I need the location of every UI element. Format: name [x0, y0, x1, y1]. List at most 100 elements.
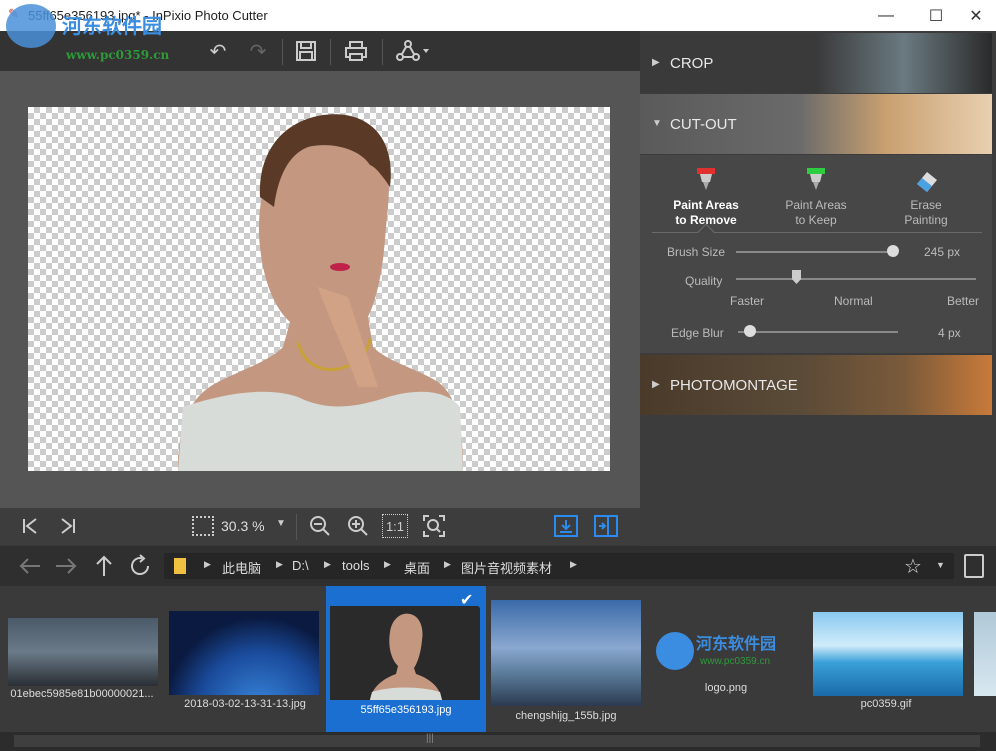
- view-bar: 30.3 % ▼ 1:1: [0, 508, 640, 545]
- forward-button[interactable]: [52, 552, 80, 580]
- watermark-name: 河东软件园: [62, 14, 162, 38]
- skip-back-icon: [23, 518, 37, 534]
- favorites-dropdown-icon[interactable]: ▼: [936, 560, 945, 570]
- compare-view-button[interactable]: [592, 512, 620, 540]
- next-image-button[interactable]: [54, 512, 82, 540]
- transparent-canvas[interactable]: [28, 107, 610, 471]
- undo-button[interactable]: ↶: [202, 35, 234, 67]
- favorite-star-icon[interactable]: ☆: [904, 554, 922, 579]
- panel-toggle-icon[interactable]: [964, 554, 984, 578]
- brush-size-value: 245 px: [924, 245, 961, 259]
- cutout-section-header[interactable]: ▼ CUT-OUT: [640, 94, 992, 154]
- thumbnail-item[interactable]: pc0359.gif: [806, 586, 966, 732]
- zoom-out-button[interactable]: [306, 512, 334, 540]
- path-separator-icon: ▶: [384, 559, 391, 569]
- eraser-icon: [917, 172, 937, 192]
- zoom-dropdown-icon[interactable]: ▼: [276, 518, 286, 529]
- path-separator-icon: ▶: [204, 559, 211, 569]
- breadcrumb-item[interactable]: tools: [342, 558, 369, 573]
- close-button[interactable]: ✕: [956, 0, 996, 31]
- share-button[interactable]: [392, 35, 434, 67]
- breadcrumb-item[interactable]: 此电脑: [222, 558, 261, 577]
- red-marker-icon: [697, 168, 715, 190]
- green-marker-icon: [807, 168, 825, 190]
- quality-normal-label: Normal: [834, 294, 873, 308]
- quality-slider[interactable]: [736, 278, 976, 280]
- path-bar[interactable]: ▶ 此电脑 ▶ D:\ ▶ tools ▶ 桌面 ▶ 图片音视频素材 ▶ ☆ ▼: [164, 553, 954, 579]
- path-separator-icon: ▶: [444, 559, 451, 569]
- thumbnail-item-selected[interactable]: ✔ 55ff65e356193.jpg: [326, 586, 486, 732]
- print-button[interactable]: [340, 35, 372, 67]
- scrollbar-thumb[interactable]: |||: [14, 733, 980, 747]
- up-button[interactable]: [90, 552, 118, 580]
- paint-remove-tool[interactable]: Paint Areas to Remove: [656, 168, 756, 228]
- thumbnail-caption: 01ebec5985e81b00000021...: [10, 688, 154, 700]
- thumbnail-image: [8, 618, 158, 686]
- arrow-right-icon: [56, 558, 77, 574]
- zoom-level[interactable]: 30.3 %: [221, 518, 265, 534]
- tool-label: Painting: [904, 213, 948, 227]
- thumbnail-image: [330, 606, 480, 700]
- actual-size-button[interactable]: 1:1: [382, 514, 408, 538]
- filmstrip: 01ebec5985e81b00000021... 2018-03-02-13-…: [0, 586, 996, 732]
- edge-blur-slider[interactable]: [738, 331, 898, 333]
- compare-view-icon: [594, 515, 618, 537]
- erase-painting-tool[interactable]: Erase Painting: [876, 168, 976, 228]
- brush-size-knob[interactable]: [886, 245, 899, 257]
- refresh-button[interactable]: [126, 552, 154, 580]
- zoom-fit-button[interactable]: [420, 512, 448, 540]
- thumbnail-item[interactable]: chengshijg_155b.jpg: [486, 586, 646, 732]
- thumbnail-image: 河东软件园 www.pc0359.cn: [652, 622, 802, 680]
- checkmark-icon: ✔: [460, 592, 474, 609]
- single-view-icon: [554, 515, 578, 537]
- brush-size-slider[interactable]: [736, 251, 896, 253]
- minimize-button[interactable]: —: [866, 0, 906, 31]
- logo-circle-icon: [656, 632, 694, 670]
- breadcrumb-item[interactable]: D:\: [292, 558, 309, 573]
- watermark-logo: [6, 4, 56, 48]
- zoom-in-icon: [348, 516, 368, 536]
- photomontage-section-header[interactable]: ▶ PHOTOMONTAGE: [640, 355, 992, 415]
- zoom-fit-icon[interactable]: [192, 516, 214, 536]
- first-image-button[interactable]: [16, 512, 44, 540]
- redo-button[interactable]: ↷: [242, 35, 274, 67]
- breadcrumb-item[interactable]: 桌面: [404, 558, 430, 577]
- thumbnail-caption: 2018-03-02-13-31-13.jpg: [184, 698, 306, 710]
- thumbnail-partial[interactable]: [974, 612, 996, 696]
- toolbar-divider: [330, 39, 331, 65]
- thumbnail-item[interactable]: 01ebec5985e81b00000021...: [0, 586, 164, 732]
- thumbnail-caption: logo.png: [704, 682, 748, 694]
- share-icon: [396, 40, 429, 61]
- zoom-in-button[interactable]: [344, 512, 372, 540]
- thumbnail-caption: 55ff65e356193.jpg: [360, 704, 452, 716]
- tool-label: Erase: [910, 198, 942, 212]
- tool-label: Paint Areas: [673, 198, 739, 212]
- crop-section-header[interactable]: ▶ CROP: [640, 33, 992, 93]
- quality-faster-label: Faster: [730, 294, 765, 308]
- thumbnail-item[interactable]: 2018-03-02-13-31-13.jpg: [164, 586, 326, 732]
- back-button[interactable]: [16, 552, 44, 580]
- paint-keep-tool[interactable]: Paint Areas to Keep: [766, 168, 866, 228]
- thumbnail-caption: pc0359.gif: [860, 698, 912, 710]
- watermark-url: www.pc0359.cn: [66, 48, 170, 62]
- quality-label: Quality: [685, 274, 723, 288]
- save-button[interactable]: [290, 35, 322, 67]
- skip-forward-icon: [61, 518, 75, 534]
- thumbnail-image: [813, 612, 963, 696]
- crop-label: CROP: [670, 55, 714, 72]
- portrait-thumbnail: [370, 613, 442, 700]
- thumbnail-image: [491, 600, 641, 706]
- zoom-out-icon: [310, 516, 330, 536]
- single-view-button[interactable]: [552, 512, 580, 540]
- tool-label: to Keep: [795, 213, 837, 227]
- print-icon: [345, 41, 367, 61]
- thumbnail-image: [169, 611, 319, 695]
- refresh-icon: [131, 554, 150, 575]
- path-separator-icon: ▶: [324, 559, 331, 569]
- breadcrumb-item[interactable]: 图片音视频素材: [461, 558, 552, 577]
- thumbnail-item[interactable]: 河东软件园 www.pc0359.cn logo.png: [646, 586, 806, 732]
- tool-label: Paint Areas: [785, 198, 847, 212]
- folder-icon: [174, 558, 186, 574]
- maximize-button[interactable]: ☐: [916, 0, 956, 31]
- expand-arrow-icon: ▶: [652, 379, 660, 390]
